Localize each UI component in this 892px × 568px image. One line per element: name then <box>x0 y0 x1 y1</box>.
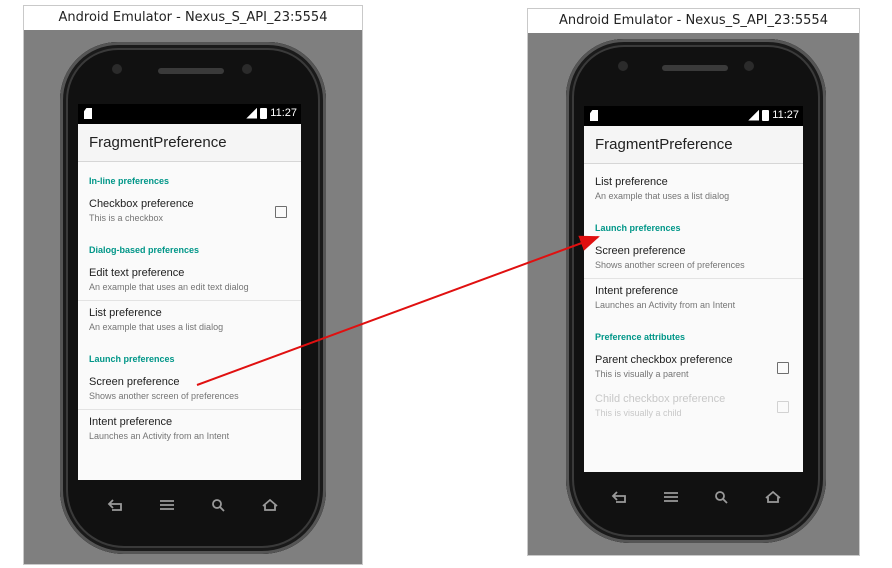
annotation-arrow <box>196 235 600 386</box>
